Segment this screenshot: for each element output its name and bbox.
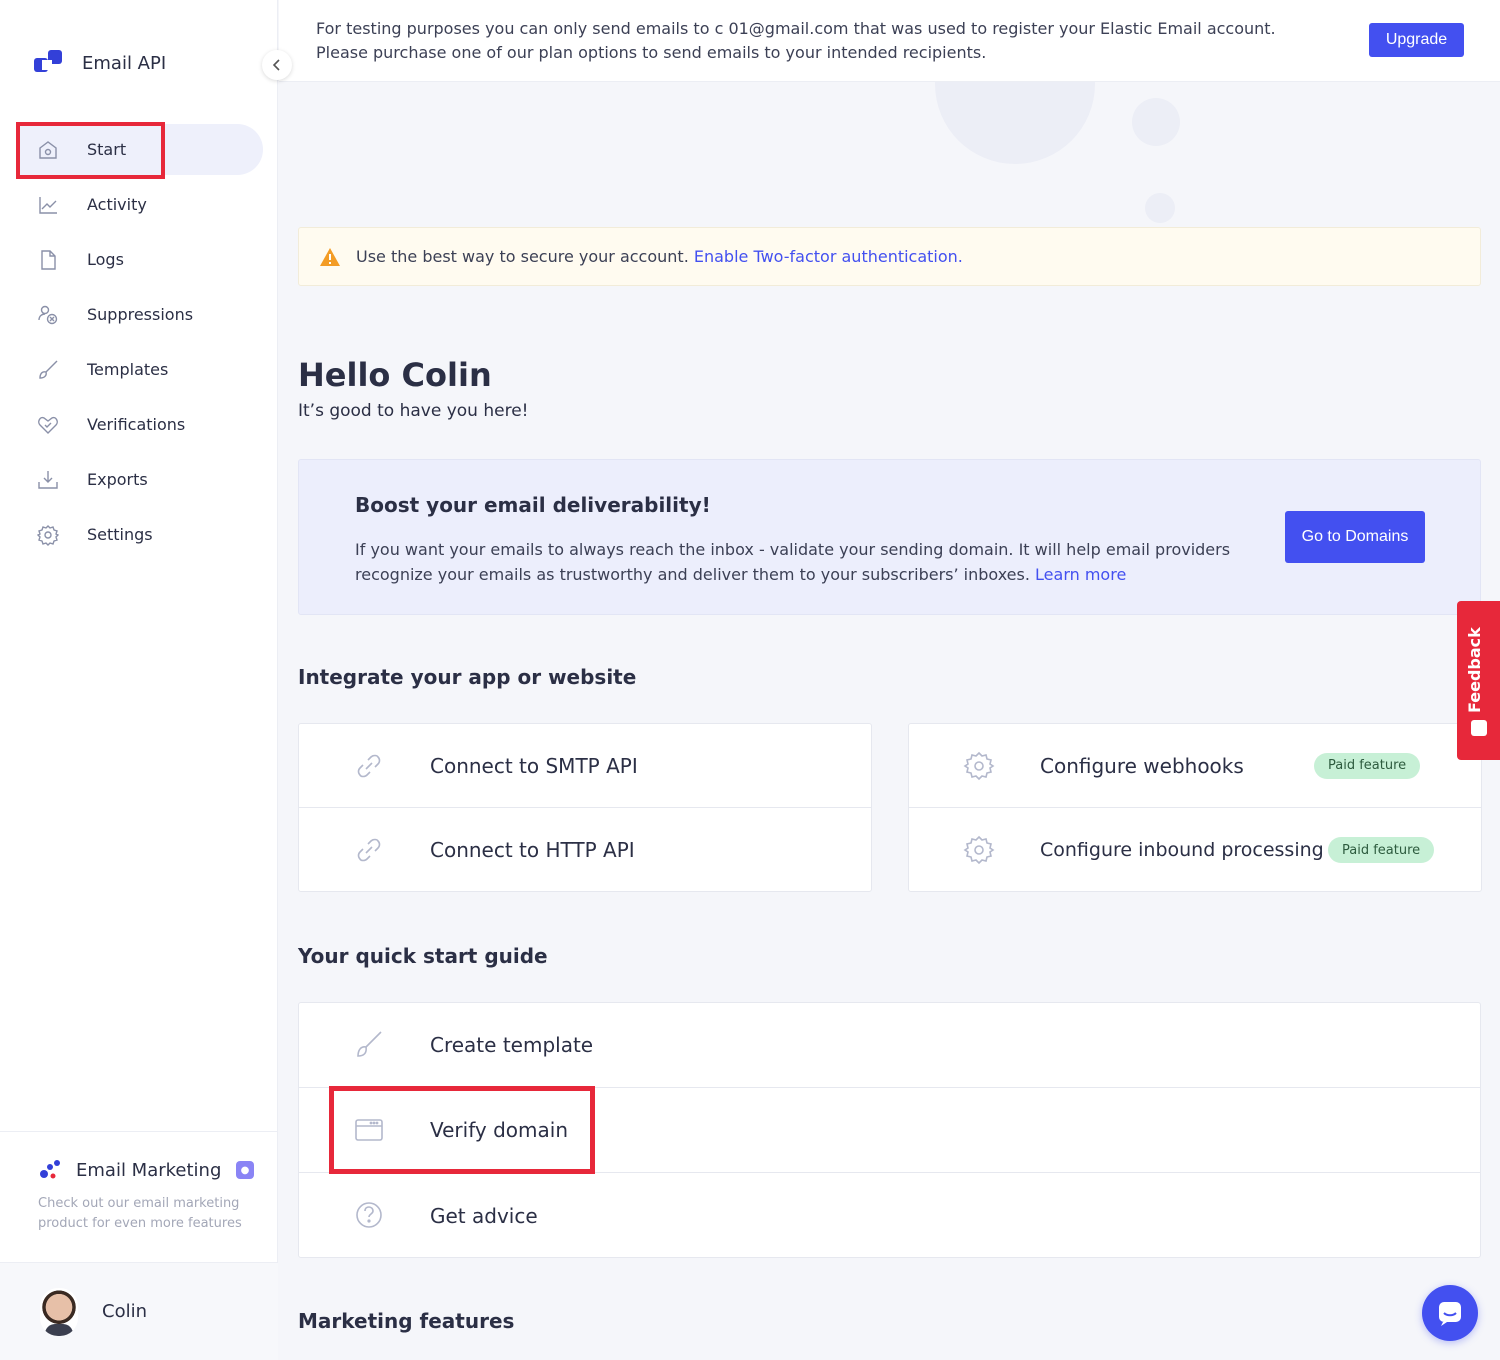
gear-icon [963,751,995,781]
paid-feature-badge: Paid feature [1328,837,1435,863]
enable-2fa-link[interactable]: Enable Two-factor authentication. [694,247,963,266]
avatar [40,1287,78,1336]
email-marketing-title: Email Marketing [38,1158,221,1182]
lock-icon: ● [236,1161,254,1179]
user-profile[interactable]: Colin [0,1262,278,1360]
integrate-title: Integrate your app or website [298,665,637,689]
quickstart-title: Your quick start guide [298,944,548,968]
sidebar-item-templates[interactable]: Templates [0,342,278,397]
sidebar-item-start[interactable]: Start [0,122,278,179]
decoration [1145,193,1175,223]
list-item-label: Create template [430,1033,594,1057]
deliverability-text: If you want your emails to always reach … [355,540,1231,584]
link-icon [357,838,381,862]
marketing-features-title: Marketing features [298,1309,515,1333]
sidebar-item-label: Settings [87,525,153,544]
brush-icon [357,1031,382,1057]
page-title: Hello Colin [298,356,492,394]
marketing-icon [40,1160,60,1179]
warning-icon [320,247,340,266]
email-marketing-promo[interactable]: Email Marketing ● Check out our email ma… [0,1131,278,1262]
feedback-tab[interactable]: Feedback [1457,601,1500,760]
list-item[interactable]: Connect to HTTP API [299,808,871,892]
highlight-box [16,122,165,179]
list-item-label: Configure inbound processing [1040,839,1324,861]
learn-more-link[interactable]: Learn more [1035,565,1126,584]
decoration [1132,98,1180,146]
integration-card-paid: Configure webhooks Paid feature Configur… [908,723,1482,892]
suppression-icon [36,303,60,327]
file-icon [36,248,60,272]
download-icon [36,468,60,492]
deliverability-card: Boost your email deliverability! If you … [298,459,1481,615]
sidebar-item-suppressions[interactable]: Suppressions [0,287,278,342]
feedback-label: Feedback [1465,627,1484,713]
sidebar-item-verifications[interactable]: Verifications [0,397,278,452]
chat-icon [1439,1302,1461,1326]
user-name: Colin [102,1301,147,1322]
chart-icon [36,193,60,217]
list-item-label: Connect to SMTP API [430,753,638,778]
go-to-domains-button[interactable]: Go to Domains [1285,511,1425,563]
list-item[interactable]: Configure webhooks Paid feature [909,724,1481,808]
highlight-box [329,1086,595,1174]
sidebar-nav: Start Activity Logs Suppressions Templat… [0,122,278,562]
sidebar: Email API Start Activity Logs Suppressio… [0,0,278,1360]
feedback-icon [1471,720,1487,736]
sidebar-item-label: Verifications [87,415,186,434]
sidebar-item-settings[interactable]: Settings [0,507,278,562]
list-item[interactable]: Connect to SMTP API [299,724,871,808]
app-title: Email API [82,52,167,74]
gear-icon [36,523,60,547]
brush-icon [36,358,60,382]
question-icon [356,1202,382,1228]
chat-button[interactable] [1422,1285,1478,1341]
email-marketing-description: Check out our email marketing product fo… [38,1196,242,1231]
integration-card-api: Connect to SMTP API Connect to HTTP API [298,723,872,892]
list-item[interactable]: Create template [299,1003,1480,1088]
upgrade-button[interactable]: Upgrade [1369,23,1464,57]
decoration [935,82,1095,164]
heart-check-icon [36,413,60,437]
deliverability-title: Boost your email deliverability! [355,493,711,517]
sidebar-item-label: Logs [87,250,124,269]
sidebar-item-label: Suppressions [87,305,194,324]
sidebar-item-label: Activity [87,195,147,214]
sidebar-item-logs[interactable]: Logs [0,232,278,287]
list-item[interactable]: Configure inbound processing Paid featur… [909,808,1481,892]
list-item-label: Connect to HTTP API [430,838,635,862]
banner-text: For testing purposes you can only send e… [316,19,1276,62]
sidebar-item-exports[interactable]: Exports [0,452,278,507]
chevron-left-icon [272,59,280,71]
list-item[interactable]: Get advice [299,1173,1480,1258]
logo-icon [34,50,62,72]
paid-feature-badge: Paid feature [1314,752,1421,779]
gear-icon [963,835,995,865]
alert-text: Use the best way to secure your account. [356,247,689,266]
collapse-sidebar-button[interactable] [262,50,292,80]
page-subtitle: It’s good to have you here! [298,401,529,421]
sidebar-item-activity[interactable]: Activity [0,177,278,232]
security-alert: Use the best way to secure your account.… [298,227,1481,286]
list-item-label: Configure webhooks [1040,753,1244,778]
app-logo[interactable]: Email API [34,48,166,78]
testing-banner: For testing purposes you can only send e… [279,0,1500,82]
sidebar-item-label: Exports [87,470,148,489]
sidebar-item-label: Templates [87,360,169,379]
list-item-label: Get advice [430,1203,538,1228]
link-icon [357,754,381,778]
